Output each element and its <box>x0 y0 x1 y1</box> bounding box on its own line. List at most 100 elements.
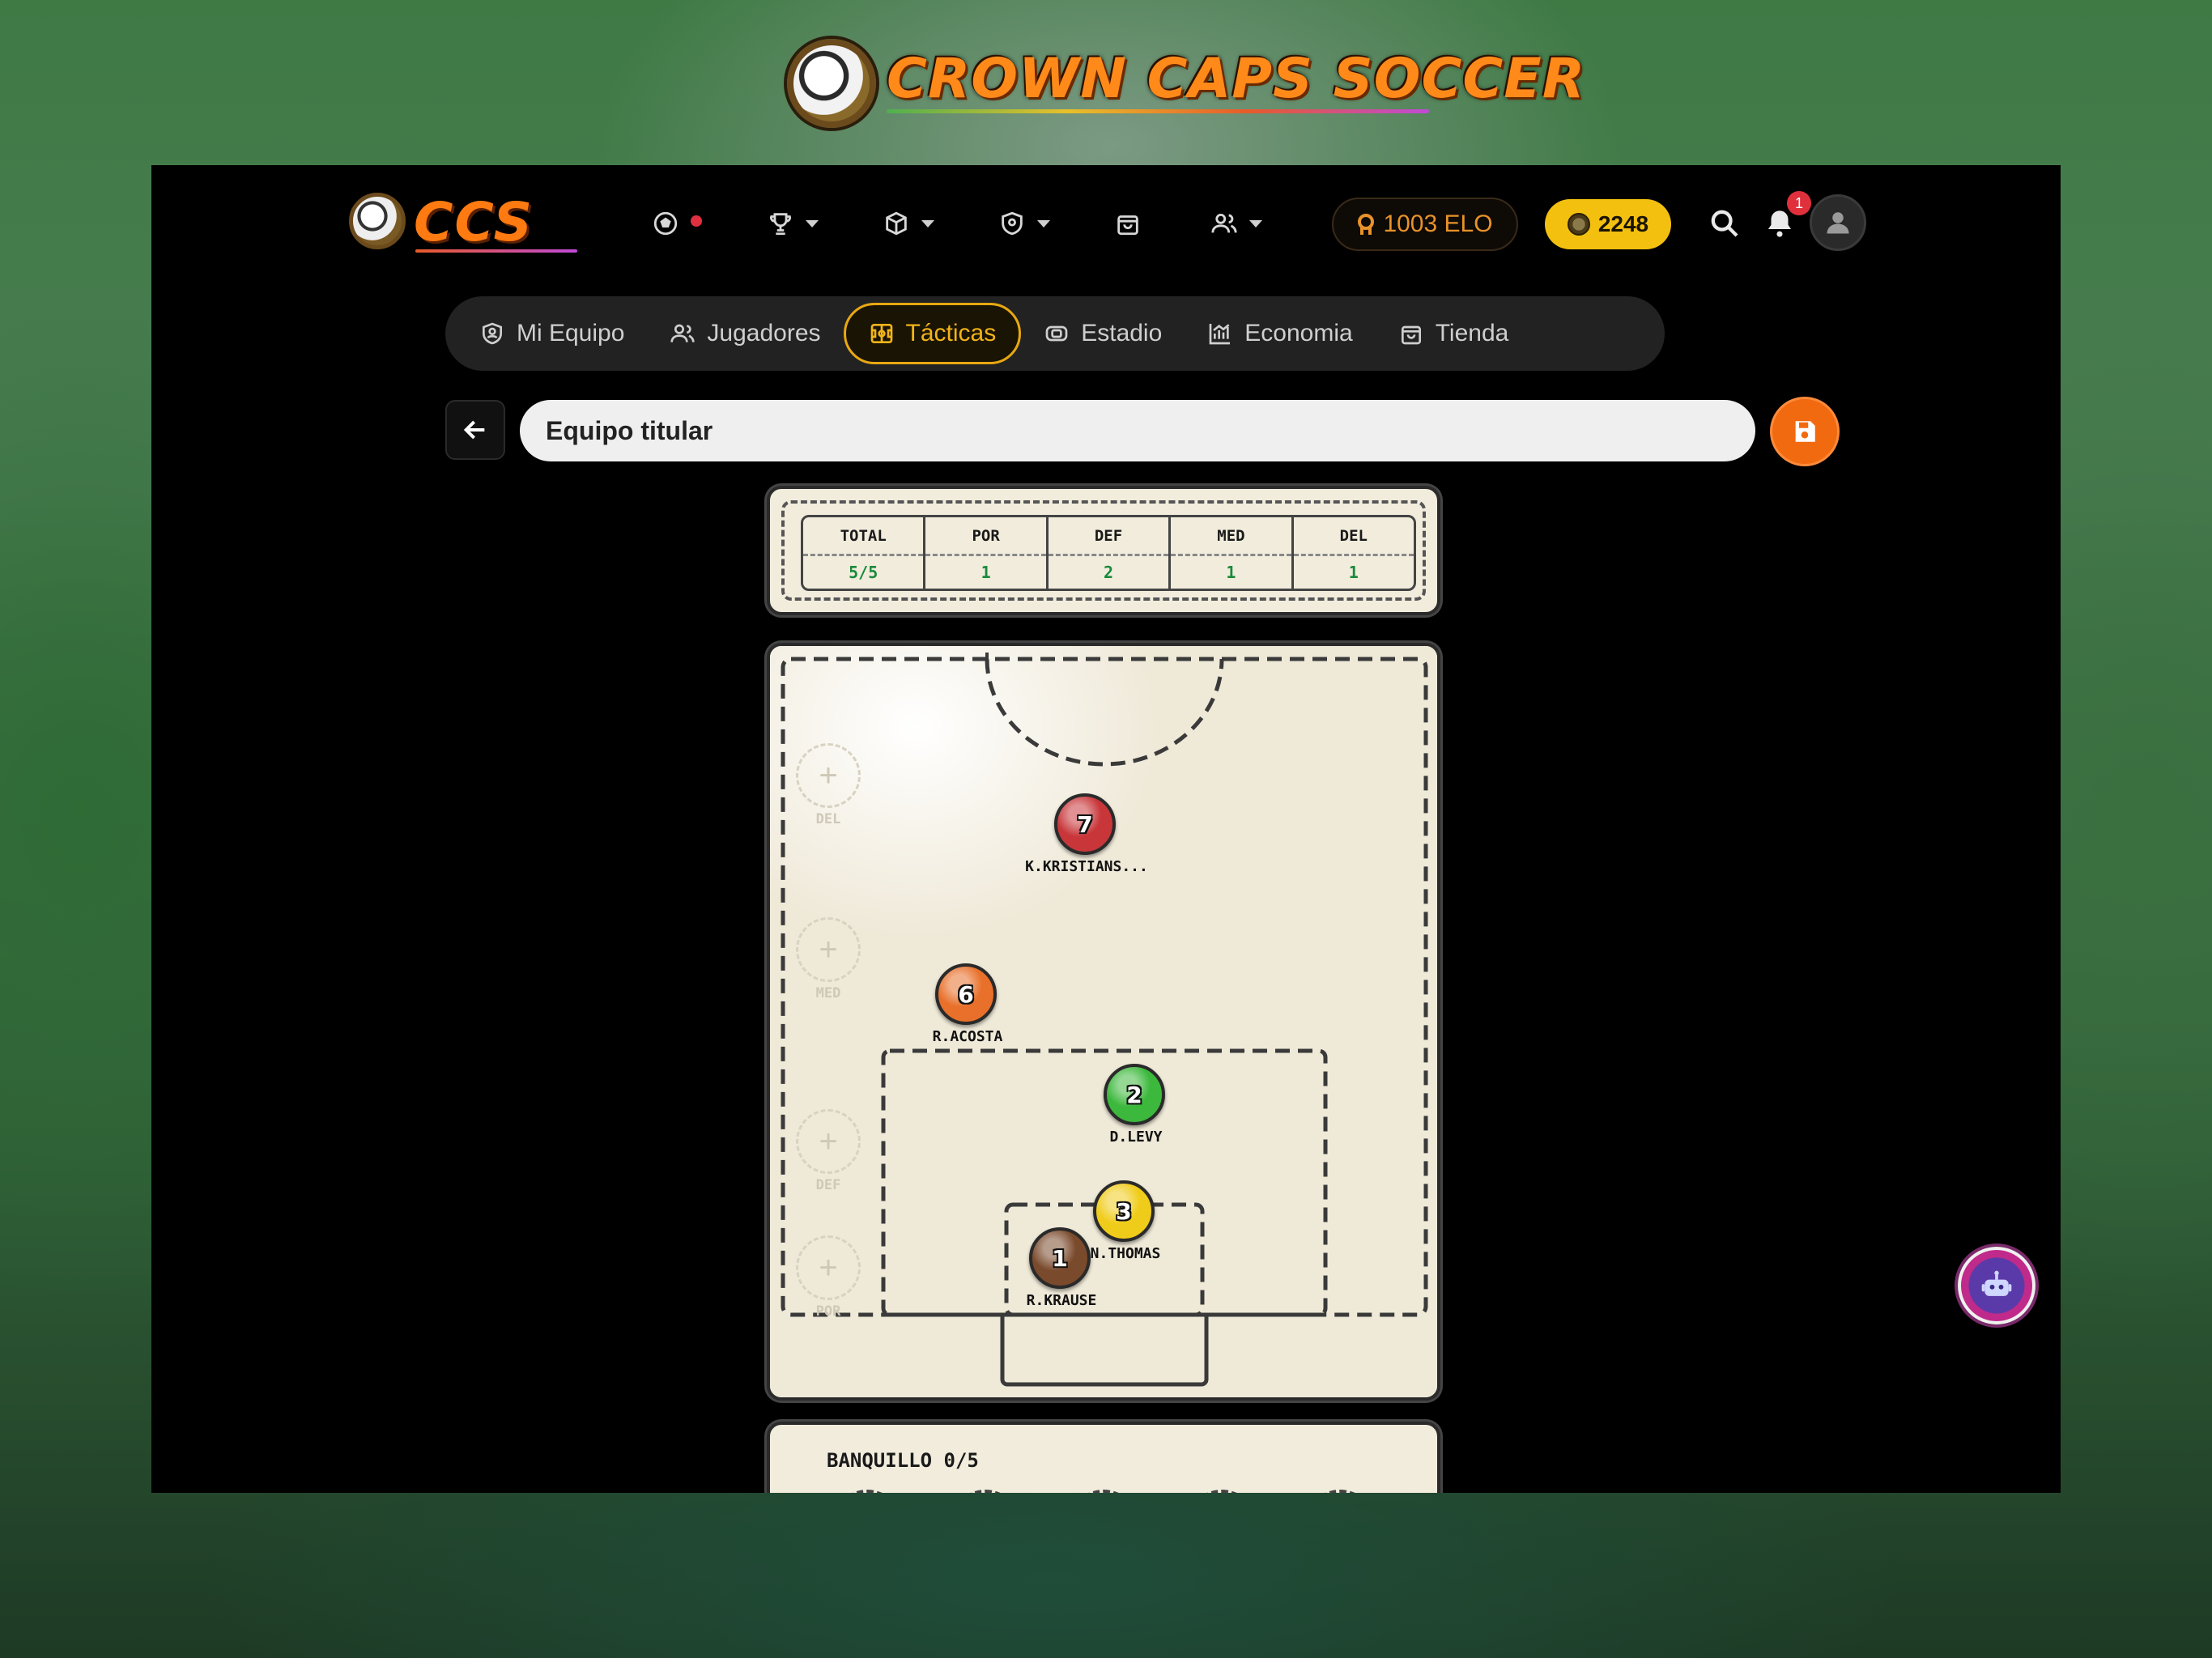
stat-value: 1 <box>981 563 991 582</box>
users-icon <box>670 324 696 342</box>
chevron-down-icon <box>1249 219 1262 227</box>
player-name: K.KRISTIANS... <box>1025 858 1148 875</box>
tab-label: Jugadores <box>707 320 821 346</box>
tab-jugadores[interactable]: Jugadores <box>647 303 843 364</box>
tab-tacticas[interactable]: Tácticas <box>843 303 1022 364</box>
chevron-down-icon <box>806 219 819 227</box>
player-cap-number: 2 <box>1104 1064 1165 1125</box>
player-cap[interactable]: 7 K.KRISTIANS... <box>1025 793 1148 882</box>
coin-icon <box>1567 213 1590 236</box>
banner-underline <box>887 109 1429 113</box>
empty-slot-def[interactable]: + DEF <box>796 1109 861 1193</box>
empty-slot-por[interactable]: + POR <box>796 1235 861 1320</box>
tab-label: Mi Equipo <box>517 320 625 346</box>
nav-packs[interactable] <box>883 207 934 240</box>
stat-del: DEL 1 <box>1293 517 1414 589</box>
tab-label: Estadio <box>1081 320 1163 346</box>
logo-text: CCS <box>414 191 534 253</box>
bench-slot[interactable] <box>949 1490 1022 1493</box>
nav-play[interactable] <box>652 207 702 240</box>
stat-header: MED <box>1171 517 1291 556</box>
coin-value: 2248 <box>1597 211 1649 236</box>
player-cap[interactable]: 3 N.THOMAS <box>1069 1180 1182 1269</box>
box-icon <box>886 211 907 236</box>
player-cap-number: 3 <box>1093 1180 1155 1242</box>
player-cap[interactable]: 6 R.ACOSTA <box>911 963 1024 1052</box>
live-indicator-dot <box>691 215 702 227</box>
logo-underline <box>415 249 577 253</box>
stat-header: POR <box>925 517 1046 556</box>
chevron-down-icon <box>921 219 934 227</box>
stat-header: DEF <box>1048 517 1169 556</box>
save-button[interactable] <box>1770 397 1840 466</box>
tab-economia[interactable]: Economia <box>1185 303 1375 364</box>
player-name: N.THOMAS <box>1090 1245 1161 1262</box>
player-cap-number: 7 <box>1054 793 1116 855</box>
bag-icon <box>1117 215 1138 236</box>
logo[interactable]: CCS <box>349 189 592 254</box>
banner-soccer-ball-icon <box>787 39 876 128</box>
stat-value: 1 <box>1348 563 1359 582</box>
stat-por: POR 1 <box>925 517 1049 589</box>
nav-shop[interactable] <box>1114 207 1142 240</box>
player-cap-number: 6 <box>935 963 997 1025</box>
slot-label: DEL <box>815 811 841 827</box>
section-tabs: Mi Equipo Jugadores Tácticas Estadio Eco… <box>445 296 1665 371</box>
assistant-bot-button[interactable] <box>1958 1247 2035 1324</box>
bench-slot[interactable] <box>1067 1490 1140 1493</box>
tab-label: Economia <box>1244 320 1353 346</box>
app-window: CCS 1003 ELO 2248 1 Mi Equipo Jugadores … <box>151 165 2061 1493</box>
bag-icon <box>1401 325 1421 345</box>
nav-social[interactable] <box>1210 207 1262 240</box>
tab-mi-equipo[interactable]: Mi Equipo <box>457 303 647 364</box>
bench-slot[interactable] <box>1185 1490 1258 1493</box>
stat-value: 2 <box>1103 563 1114 582</box>
add-icon: + <box>796 1109 861 1174</box>
nav-competitions[interactable] <box>767 207 819 240</box>
medal-icon <box>1357 214 1375 235</box>
coin-balance[interactable]: 2248 <box>1545 199 1671 249</box>
empty-slot-med[interactable]: + MED <box>796 917 861 1001</box>
chart-icon <box>1209 324 1231 345</box>
stadium-icon <box>1045 325 1068 342</box>
add-icon: + <box>796 1235 861 1300</box>
soccer-ball-icon <box>653 211 678 236</box>
elo-value: 1003 ELO <box>1383 210 1493 237</box>
empty-slot-del[interactable]: + DEL <box>796 743 861 827</box>
shield-user-icon <box>483 322 502 345</box>
player-cap[interactable]: 2 D.LEVY <box>1079 1064 1193 1153</box>
tab-tienda[interactable]: Tienda <box>1376 303 1532 364</box>
tab-estadio[interactable]: Estadio <box>1021 303 1185 364</box>
stat-header: DEL <box>1293 517 1414 556</box>
slot-label: MED <box>815 985 841 1001</box>
avatar[interactable] <box>1810 194 1866 251</box>
add-icon: + <box>796 743 861 808</box>
stat-med: MED 1 <box>1171 517 1294 589</box>
back-button[interactable] <box>445 400 505 460</box>
chevron-down-icon <box>1037 219 1050 227</box>
player-name: R.ACOSTA <box>932 1028 1003 1045</box>
stat-def: DEF 2 <box>1048 517 1172 589</box>
bench-slot[interactable] <box>831 1490 904 1493</box>
bench-card: BANQUILLO 0/5 <box>767 1422 1440 1493</box>
elo-rating[interactable]: 1003 ELO <box>1332 198 1518 251</box>
position-stats-card: TOTAL 5/5 POR 1 DEF 2 MED 1 DEL 1 <box>767 486 1440 615</box>
lineup-name-input[interactable] <box>520 400 1755 461</box>
arrow-left-icon <box>463 420 485 440</box>
nav-team[interactable] <box>998 207 1050 240</box>
stat-value: 5/5 <box>849 563 878 582</box>
tab-label: Tácticas <box>905 320 997 346</box>
search-icon[interactable] <box>1708 207 1741 240</box>
tab-label: Tienda <box>1435 320 1509 346</box>
shield-icon <box>1002 211 1023 236</box>
tactics-board-icon <box>870 324 892 343</box>
logo-ball-icon <box>349 193 406 249</box>
banner-title: CROWN CAPS SOCCER <box>887 47 1586 111</box>
stat-total: TOTAL 5/5 <box>803 517 926 589</box>
stat-header: TOTAL <box>803 517 924 556</box>
users-icon <box>1211 213 1237 233</box>
bench-title: BANQUILLO 0/5 <box>827 1449 979 1472</box>
bench-slot[interactable] <box>1304 1490 1376 1493</box>
stat-value: 1 <box>1226 563 1236 582</box>
tactics-pitch[interactable]: + DEL + MED + DEF + POR 7 K.KRISTIANS...… <box>767 643 1440 1401</box>
